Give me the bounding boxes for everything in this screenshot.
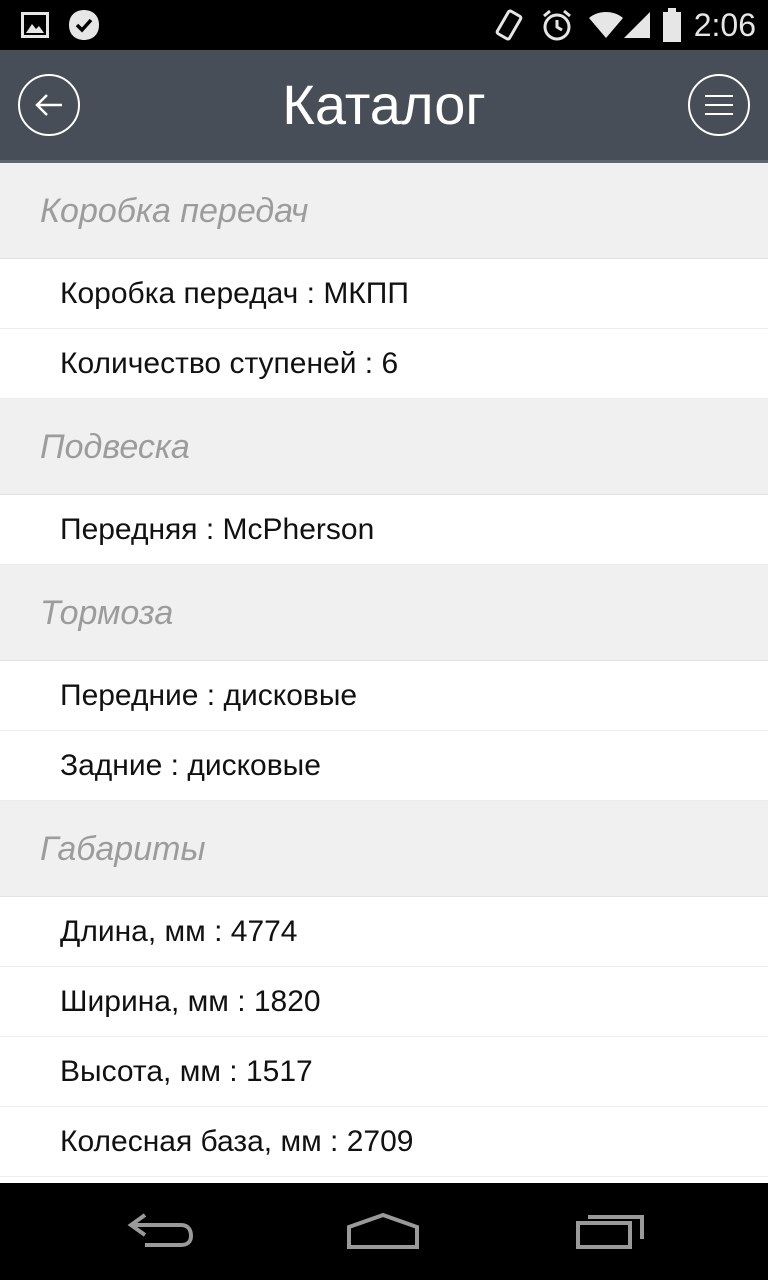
wifi-icon [588,8,624,42]
section-header: Коробка передач [0,163,768,259]
home-nav-icon [347,1212,419,1249]
list-item[interactable]: Высота, мм : 1517 [0,1037,768,1107]
hamburger-menu-icon [705,95,733,115]
list-item[interactable]: Передние : дисковые [0,661,768,731]
alarm-icon [540,8,574,42]
vibrate-icon [494,8,524,42]
list-item[interactable]: Ширина, мм : 1820 [0,967,768,1037]
menu-button[interactable] [688,74,750,136]
checkmark-badge-icon [66,8,102,42]
back-button[interactable] [18,74,80,136]
list-item[interactable]: Количество ступеней : 6 [0,329,768,399]
list-item[interactable]: Коробка передач : МКПП [0,259,768,329]
screen: 2:06 Каталог Коробка передач Коробка пер… [0,0,768,1280]
section-header: Подвеска [0,399,768,495]
list-item[interactable]: Задние : дисковые [0,731,768,801]
arrow-left-icon [35,94,62,116]
status-time: 2:06 [693,7,756,43]
nav-recent-button[interactable] [565,1201,655,1261]
nav-home-button[interactable] [338,1201,428,1261]
gallery-icon [20,8,50,42]
status-bar: 2:06 [0,0,768,50]
catalog-list: Коробка передач Коробка передач : МКПП К… [0,163,768,1183]
nav-back-button[interactable] [115,1201,205,1261]
battery-icon [660,8,684,42]
app-header: Каталог [0,50,768,163]
back-nav-icon [127,1213,194,1247]
list-item[interactable]: Длина, мм : 4774 [0,897,768,967]
navigation-bar [0,1183,768,1280]
recent-apps-icon [576,1215,644,1249]
list-item[interactable]: Передняя : McPherson [0,495,768,565]
list-item[interactable]: Колесная база, мм : 2709 [0,1107,768,1177]
section-header: Габариты [0,801,768,897]
page-title: Каталог [282,73,486,136]
section-header: Тормоза [0,565,768,661]
signal-icon [622,8,652,42]
